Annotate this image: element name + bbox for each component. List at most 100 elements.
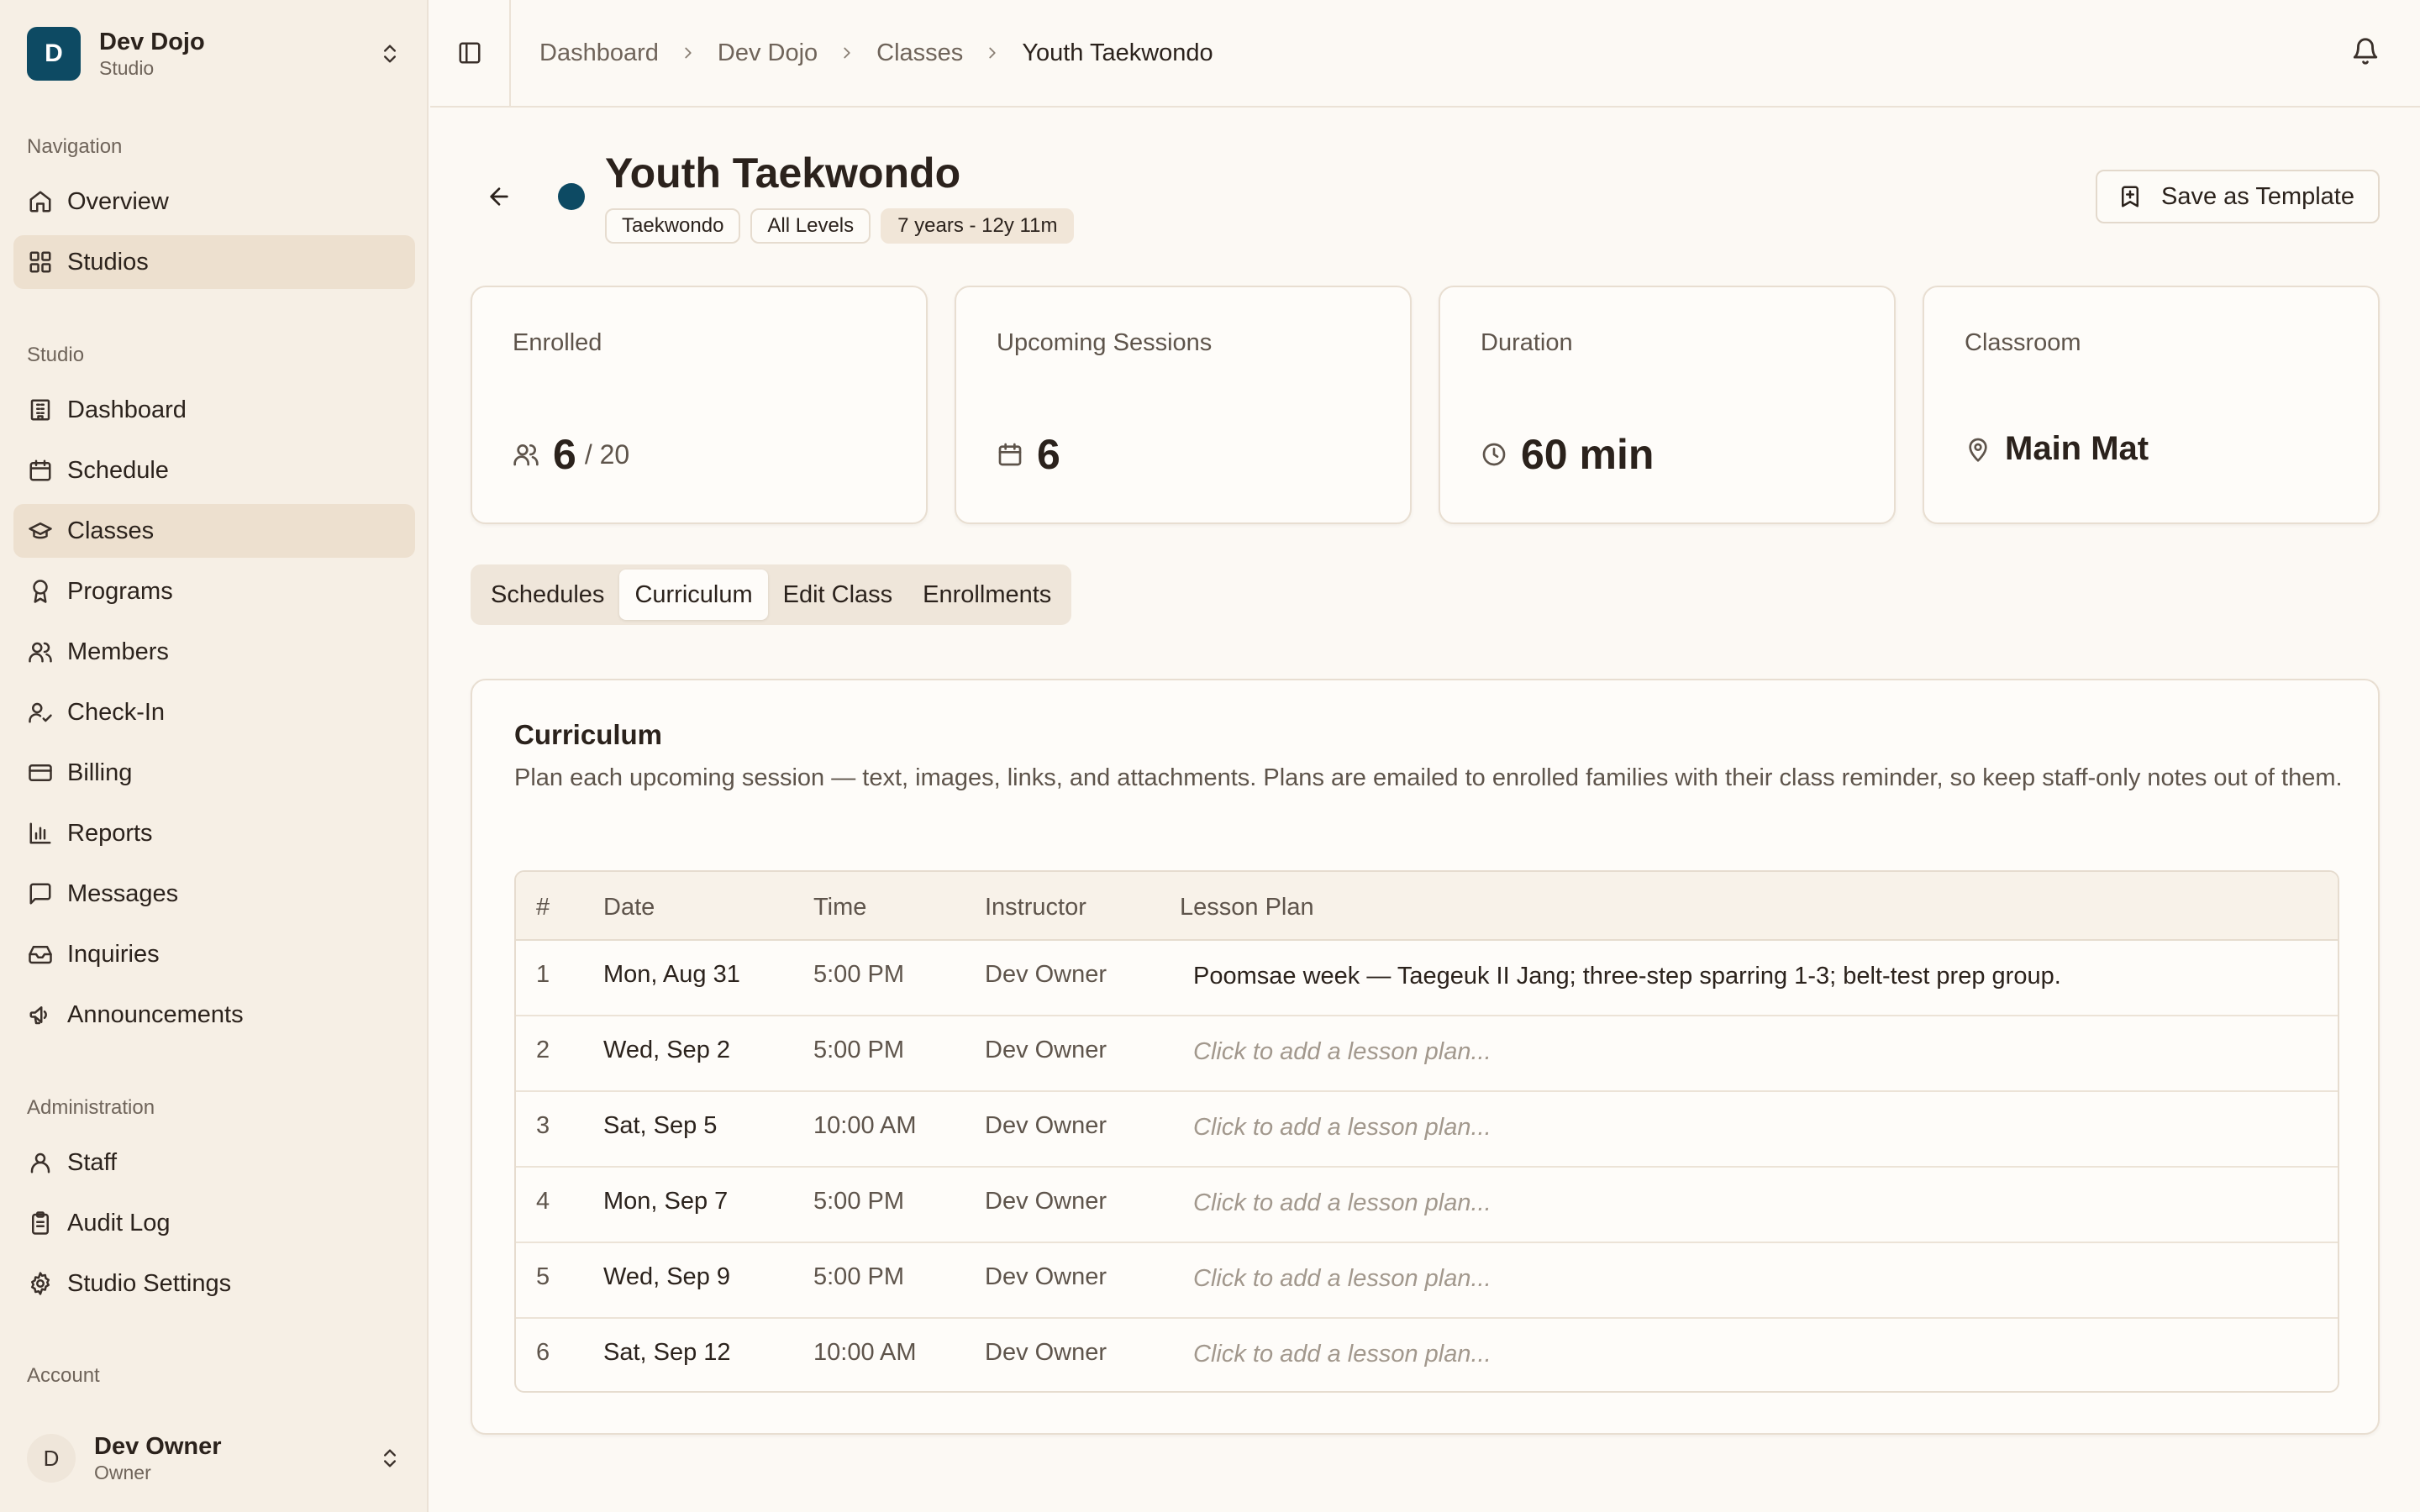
column-header-date: Date xyxy=(603,894,655,921)
nav-group-navigation: Navigation xyxy=(27,135,123,158)
cell-date: Sat, Sep 5 xyxy=(603,1112,718,1139)
sidebar-item-label: Schedule xyxy=(67,456,169,484)
lesson-plan-editor[interactable]: Click to add a lesson plan... xyxy=(1193,1341,1491,1368)
stat-label: Enrolled xyxy=(513,329,602,356)
award-icon xyxy=(27,578,54,605)
cell-instructor: Dev Owner xyxy=(985,1188,1107,1215)
map-pin-icon xyxy=(1965,436,1991,463)
graduation-cap-icon xyxy=(27,517,54,544)
sidebar-item-overview[interactable]: Overview xyxy=(13,175,415,228)
class-badges: Taekwondo All Levels 7 years - 12y 11m xyxy=(605,208,1075,244)
sidebar-item-studios[interactable]: Studios xyxy=(13,235,415,289)
nav-group-studio: Studio xyxy=(27,344,85,366)
stat-label: Duration xyxy=(1481,329,1573,356)
lesson-plan-editor[interactable]: Click to add a lesson plan... xyxy=(1193,1265,1491,1293)
credit-card-icon xyxy=(27,759,54,786)
sidebar-item-programs[interactable]: Programs xyxy=(13,564,415,618)
sidebar-item-label: Reports xyxy=(67,819,153,847)
workspace-switcher[interactable]: D Dev Dojo Studio xyxy=(13,15,415,92)
message-square-icon xyxy=(27,880,54,907)
breadcrumb-dashboard[interactable]: Dashboard xyxy=(539,39,659,67)
sidebar-item-label: Inquiries xyxy=(67,940,160,968)
bookmark-plus-icon xyxy=(2118,184,2143,209)
chevrons-up-down-icon xyxy=(378,42,402,66)
nav-group-administration: Administration xyxy=(27,1096,155,1119)
sidebar-item-inquiries[interactable]: Inquiries xyxy=(13,927,415,981)
sidebar-item-members[interactable]: Members xyxy=(13,625,415,679)
sidebar-item-announcements[interactable]: Announcements xyxy=(13,988,415,1042)
breadcrumb-classes[interactable]: Classes xyxy=(876,39,963,67)
cell-number: 4 xyxy=(536,1188,550,1215)
table-row: 2 Wed, Sep 2 5:00 PM Dev Owner Click to add … xyxy=(516,1016,2338,1092)
tab-enrollments[interactable]: Enrollments xyxy=(908,570,1066,620)
lesson-plan-editor[interactable]: Poomsae week — Taegeuk II Jang; three-st… xyxy=(1193,963,2061,990)
bell-icon[interactable] xyxy=(2351,37,2380,66)
save-as-template-button[interactable]: Save as Template xyxy=(2096,170,2380,223)
sidebar-item-label: Audit Log xyxy=(67,1209,171,1236)
cell-instructor: Dev Owner xyxy=(985,961,1107,988)
sidebar-item-check-in[interactable]: Check-In xyxy=(13,685,415,739)
chevron-right-icon xyxy=(679,44,697,62)
column-header-instructor: Instructor xyxy=(985,894,1086,921)
sidebar-item-reports[interactable]: Reports xyxy=(13,806,415,860)
stat-value: Main Mat xyxy=(2005,430,2149,467)
table-row: 4 Mon, Sep 7 5:00 PM Dev Owner Click to add … xyxy=(516,1168,2338,1243)
breadcrumb-studio[interactable]: Dev Dojo xyxy=(718,39,818,67)
sidebar-item-label: Overview xyxy=(67,187,169,215)
badge-style: Taekwondo xyxy=(605,208,741,244)
sidebar-item-classes[interactable]: Classes xyxy=(13,504,415,558)
sidebar-item-billing[interactable]: Billing xyxy=(13,746,415,800)
sidebar-item-staff[interactable]: Staff xyxy=(13,1136,415,1189)
account-role: Owner xyxy=(94,1462,151,1483)
sidebar-item-messages[interactable]: Messages xyxy=(13,867,415,921)
sidebar-item-label: Messages xyxy=(67,879,179,907)
stat-capacity: / 20 xyxy=(584,438,630,470)
stat-card-duration: Duration 60 min xyxy=(1439,286,1896,524)
cell-time: 10:00 AM xyxy=(813,1112,917,1139)
cell-number: 3 xyxy=(536,1112,550,1139)
panel-left-icon xyxy=(457,40,482,66)
tab-schedules[interactable]: Schedules xyxy=(476,570,619,620)
sidebar-toggle-button[interactable] xyxy=(430,0,511,106)
user-icon xyxy=(27,1149,54,1176)
bar-chart-icon xyxy=(27,820,54,847)
sidebar-item-audit-log[interactable]: Audit Log xyxy=(13,1196,415,1250)
table-row: 5 Wed, Sep 9 5:00 PM Dev Owner Click to add … xyxy=(516,1243,2338,1319)
cell-date: Mon, Sep 7 xyxy=(603,1188,729,1215)
megaphone-icon xyxy=(27,1001,54,1028)
calendar-icon xyxy=(27,457,54,484)
sidebar-item-dashboard[interactable]: Dashboard xyxy=(13,383,415,437)
tab-curriculum[interactable]: Curriculum xyxy=(619,570,768,620)
arrow-left-icon[interactable] xyxy=(486,183,513,210)
cell-number: 2 xyxy=(536,1037,550,1063)
sidebar-item-label: Programs xyxy=(67,577,173,605)
save-as-template-label: Save as Template xyxy=(2161,182,2354,210)
clock-icon xyxy=(1481,441,1507,468)
cell-date: Sat, Sep 12 xyxy=(603,1339,731,1366)
lesson-plan-editor[interactable]: Click to add a lesson plan... xyxy=(1193,1038,1491,1066)
page-title: Youth Taekwondo xyxy=(605,150,961,197)
chevron-right-icon xyxy=(983,44,1002,62)
sidebar-item-label: Studios xyxy=(67,248,149,276)
account-switcher[interactable]: D Dev Owner Owner xyxy=(13,1420,415,1497)
grid-icon xyxy=(27,249,54,276)
sidebar-item-label: Announcements xyxy=(67,1000,244,1028)
table-header: # Date Time Instructor Lesson Plan xyxy=(516,872,2338,941)
stat-label: Classroom xyxy=(1965,329,2081,356)
sidebar-item-studio-settings[interactable]: Studio Settings xyxy=(13,1257,415,1310)
users-icon xyxy=(27,638,54,665)
curriculum-card: Curriculum Plan each upcoming session — … xyxy=(471,679,2380,1435)
lesson-plan-editor[interactable]: Click to add a lesson plan... xyxy=(1193,1189,1491,1217)
sidebar-item-schedule[interactable]: Schedule xyxy=(13,444,415,497)
lesson-plan-editor[interactable]: Click to add a lesson plan... xyxy=(1193,1114,1491,1142)
stat-label: Upcoming Sessions xyxy=(997,329,1213,356)
workspace-subtitle: Studio xyxy=(99,57,155,79)
column-header-lesson-plan: Lesson Plan xyxy=(1180,894,1314,921)
tab-edit-class[interactable]: Edit Class xyxy=(768,570,908,620)
gear-icon xyxy=(27,1270,54,1297)
column-header-time: Time xyxy=(813,894,867,921)
stat-card-enrolled: Enrolled 6 / 20 xyxy=(471,286,928,524)
users-icon xyxy=(513,441,539,468)
inbox-icon xyxy=(27,941,54,968)
stat-value: 60 min xyxy=(1521,431,1655,478)
